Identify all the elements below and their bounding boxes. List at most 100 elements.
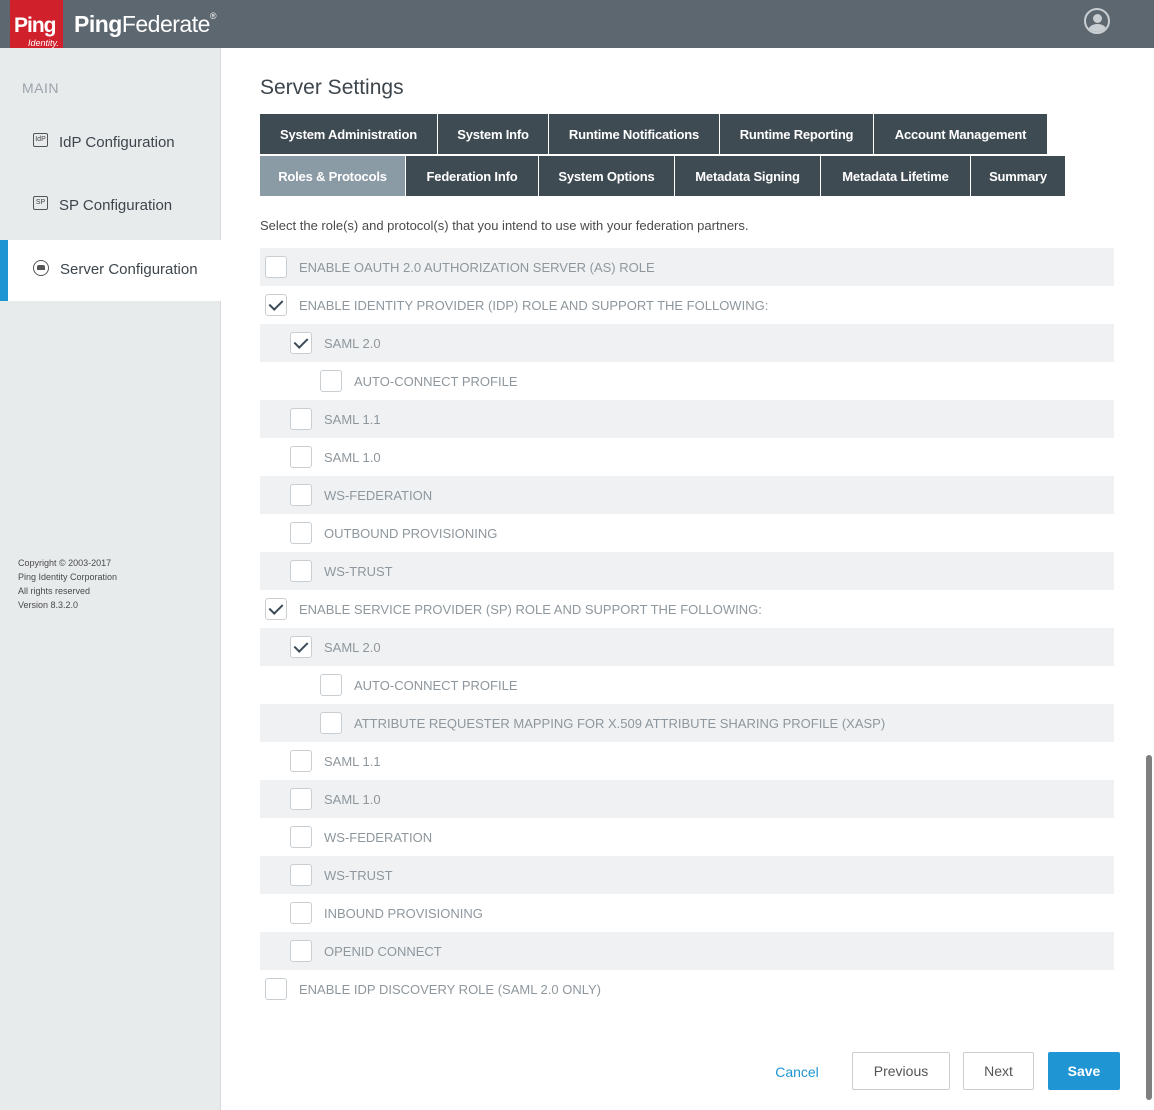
tab-metadata-signing[interactable]: Metadata Signing <box>675 156 821 196</box>
active-pointer <box>228 240 235 301</box>
checkbox[interactable] <box>290 864 312 886</box>
option-label: INBOUND PROVISIONING <box>324 906 483 921</box>
option-label: SAML 2.0 <box>324 336 381 351</box>
instructions: Select the role(s) and protocol(s) that … <box>260 218 749 233</box>
sidebar-item-server-configuration[interactable]: Server Configuration <box>0 240 235 301</box>
tab-runtime-reporting[interactable]: Runtime Reporting <box>720 114 874 154</box>
option-row-sp-saml11[interactable]: SAML 1.1 <box>260 742 1114 780</box>
option-label: WS-TRUST <box>324 564 393 579</box>
tab-federation-info[interactable]: Federation Info <box>406 156 539 196</box>
tab-roles-protocols[interactable]: Roles & Protocols <box>260 156 406 196</box>
cancel-button[interactable]: Cancel <box>763 1057 831 1087</box>
option-row-idp-ws-federation[interactable]: WS-FEDERATION <box>260 476 1114 514</box>
checkbox[interactable] <box>265 598 287 620</box>
checkbox[interactable] <box>265 978 287 1000</box>
option-row-idp-role[interactable]: ENABLE IDENTITY PROVIDER (IDP) ROLE AND … <box>260 286 1114 324</box>
option-label: SAML 1.1 <box>324 754 381 769</box>
logo-word: Ping <box>14 14 56 37</box>
option-row-idp-saml11[interactable]: SAML 1.1 <box>260 400 1114 438</box>
tab-system-info[interactable]: System Info <box>438 114 549 154</box>
sidebar-item-label: IdP Configuration <box>59 134 175 151</box>
tab-system-options[interactable]: System Options <box>539 156 675 196</box>
option-label: WS-FEDERATION <box>324 830 433 845</box>
option-label: ENABLE SERVICE PROVIDER (SP) ROLE AND SU… <box>299 602 762 617</box>
checkbox[interactable] <box>320 674 342 696</box>
option-row-oauth-as[interactable]: ENABLE OAUTH 2.0 AUTHORIZATION SERVER (A… <box>260 248 1114 286</box>
previous-button[interactable]: Previous <box>852 1052 950 1090</box>
server-icon <box>33 260 49 276</box>
next-button[interactable]: Next <box>963 1052 1034 1090</box>
product-name: PingFederate® <box>74 11 217 37</box>
option-row-outbound-provisioning[interactable]: OUTBOUND PROVISIONING <box>260 514 1114 552</box>
option-label: SAML 1.0 <box>324 450 381 465</box>
option-row-sp-ws-federation[interactable]: WS-FEDERATION <box>260 818 1114 856</box>
checkbox[interactable] <box>320 370 342 392</box>
option-label: AUTO-CONNECT PROFILE <box>354 374 518 389</box>
option-row-sp-auto-connect[interactable]: AUTO-CONNECT PROFILE <box>260 666 1114 704</box>
option-row-idp-discovery[interactable]: ENABLE IDP DISCOVERY ROLE (SAML 2.0 ONLY… <box>260 970 1114 1008</box>
sidebar: MAIN IdP IdP Configuration SP SP Configu… <box>0 48 235 1110</box>
tab-summary[interactable]: Summary <box>971 156 1066 196</box>
idp-icon: IdP <box>33 133 48 147</box>
option-row-openid-connect[interactable]: OPENID CONNECT <box>260 932 1114 970</box>
checkbox[interactable] <box>290 484 312 506</box>
copyright: Copyright © 2003-2017 Ping Identity Corp… <box>18 558 118 610</box>
option-row-inbound-provisioning[interactable]: INBOUND PROVISIONING <box>260 894 1114 932</box>
tab-metadata-lifetime[interactable]: Metadata Lifetime <box>821 156 971 196</box>
save-button[interactable]: Save <box>1048 1052 1120 1090</box>
page-title: Server Settings <box>260 76 404 99</box>
ping-identity-logo: Ping Identity. <box>10 0 63 52</box>
checkbox[interactable] <box>290 750 312 772</box>
sidebar-item-label: SP Configuration <box>59 197 173 214</box>
option-row-sp-saml10[interactable]: SAML 1.0 <box>260 780 1114 818</box>
option-label: SAML 1.1 <box>324 412 381 427</box>
checkbox[interactable] <box>290 446 312 468</box>
active-indicator <box>0 240 8 301</box>
top-bar: Ping Identity. PingFederate® <box>0 0 1154 52</box>
checkbox[interactable] <box>290 826 312 848</box>
checkbox[interactable] <box>265 294 287 316</box>
sidebar-item-label: Server Configuration <box>60 261 198 278</box>
option-label: OUTBOUND PROVISIONING <box>324 526 498 541</box>
checkbox[interactable] <box>290 560 312 582</box>
option-label: ATTRIBUTE REQUESTER MAPPING FOR X.509 AT… <box>354 716 886 731</box>
sidebar-heading: MAIN <box>22 80 59 96</box>
tabs-row-1: System Administration System Info Runtim… <box>260 114 1048 154</box>
option-row-sp-saml20[interactable]: SAML 2.0 <box>260 628 1114 666</box>
option-label: SAML 2.0 <box>324 640 381 655</box>
scrollbar[interactable] <box>1146 755 1152 1100</box>
checkbox[interactable] <box>290 940 312 962</box>
tab-account-management[interactable]: Account Management <box>874 114 1048 154</box>
checkbox[interactable] <box>290 788 312 810</box>
option-row-sp-ws-trust[interactable]: WS-TRUST <box>260 856 1114 894</box>
sidebar-item-idp-configuration[interactable]: IdP IdP Configuration <box>0 113 221 174</box>
checkbox[interactable] <box>320 712 342 734</box>
option-label: OPENID CONNECT <box>324 944 442 959</box>
option-row-sp-role[interactable]: ENABLE SERVICE PROVIDER (SP) ROLE AND SU… <box>260 590 1114 628</box>
checkbox[interactable] <box>290 332 312 354</box>
option-label: AUTO-CONNECT PROFILE <box>354 678 518 693</box>
sidebar-item-sp-configuration[interactable]: SP SP Configuration <box>0 176 221 237</box>
tab-system-administration[interactable]: System Administration <box>260 114 438 154</box>
user-avatar-icon[interactable] <box>1084 8 1110 34</box>
tab-runtime-notifications[interactable]: Runtime Notifications <box>549 114 720 154</box>
sp-icon: SP <box>33 196 48 210</box>
logo-sub: Identity. <box>28 38 59 48</box>
option-label: ENABLE IDENTITY PROVIDER (IDP) ROLE AND … <box>299 298 769 313</box>
checkbox[interactable] <box>290 902 312 924</box>
option-label: ENABLE OAUTH 2.0 AUTHORIZATION SERVER (A… <box>299 260 655 275</box>
option-label: WS-TRUST <box>324 868 393 883</box>
checkbox[interactable] <box>290 636 312 658</box>
checkbox[interactable] <box>290 522 312 544</box>
option-label: ENABLE IDP DISCOVERY ROLE (SAML 2.0 ONLY… <box>299 982 601 997</box>
checkbox[interactable] <box>290 408 312 430</box>
tabs-row-2: Roles & Protocols Federation Info System… <box>260 156 1066 196</box>
option-row-xasp[interactable]: ATTRIBUTE REQUESTER MAPPING FOR X.509 AT… <box>260 704 1114 742</box>
option-label: SAML 1.0 <box>324 792 381 807</box>
option-row-idp-auto-connect[interactable]: AUTO-CONNECT PROFILE <box>260 362 1114 400</box>
option-row-idp-saml20[interactable]: SAML 2.0 <box>260 324 1114 362</box>
option-row-idp-saml10[interactable]: SAML 1.0 <box>260 438 1114 476</box>
checkbox[interactable] <box>265 256 287 278</box>
option-label: WS-FEDERATION <box>324 488 433 503</box>
option-row-idp-ws-trust[interactable]: WS-TRUST <box>260 552 1114 590</box>
